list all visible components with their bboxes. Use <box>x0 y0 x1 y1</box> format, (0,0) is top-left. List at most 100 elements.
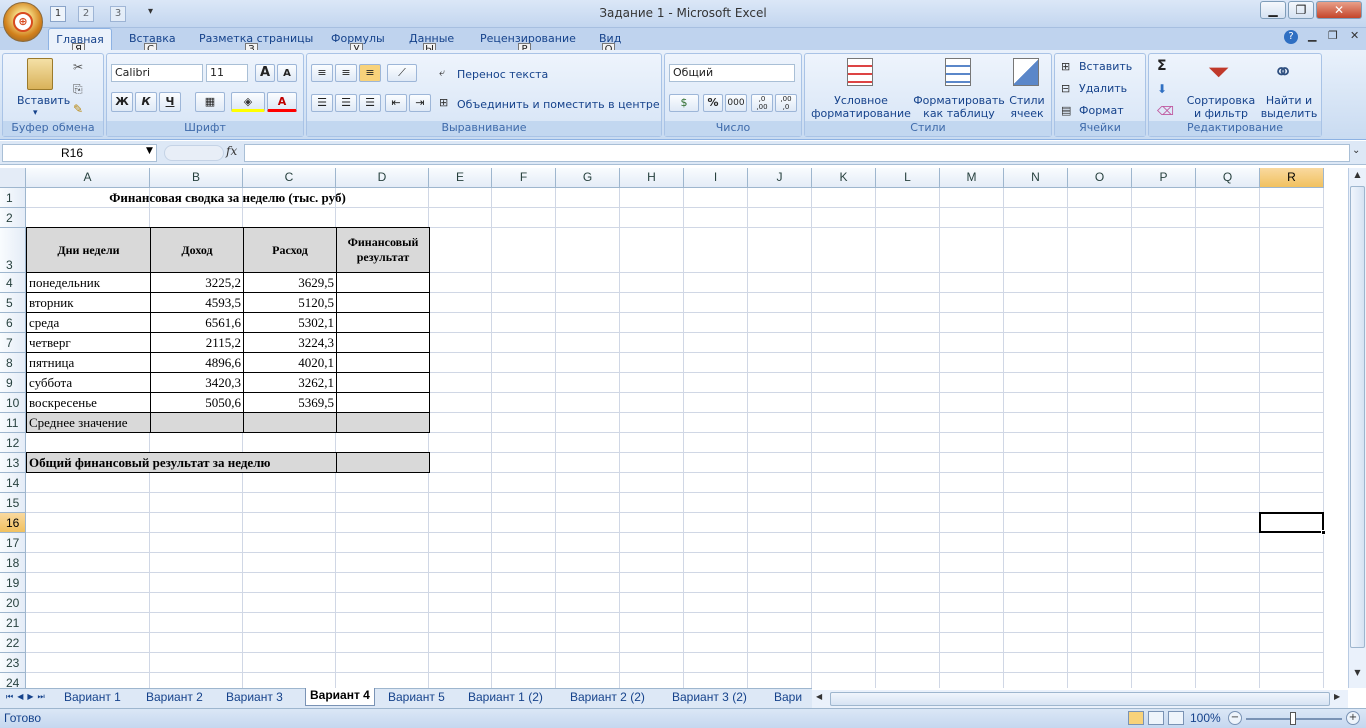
table-cell[interactable]: 3629,5 <box>243 272 337 293</box>
average-value-cell[interactable] <box>336 412 430 433</box>
table-cell[interactable]: 5369,5 <box>243 392 337 413</box>
table-cell[interactable]: среда <box>26 312 151 333</box>
sheet-tab[interactable]: Вариант 5 <box>388 690 445 706</box>
column-header[interactable]: D <box>336 168 429 188</box>
average-label-cell[interactable]: Среднее значение <box>26 412 151 433</box>
row-header[interactable]: 11 <box>0 413 26 433</box>
zoom-slider-thumb[interactable] <box>1290 712 1296 725</box>
column-header[interactable]: N <box>1004 168 1068 188</box>
vertical-scrollbar[interactable]: ▲ ▼ <box>1348 168 1366 688</box>
table-cell[interactable]: 4896,6 <box>150 352 244 373</box>
column-header[interactable]: O <box>1068 168 1132 188</box>
sheet-tab[interactable]: Вариант 2 <box>146 690 203 706</box>
column-header[interactable]: H <box>620 168 684 188</box>
table-cell[interactable]: суббота <box>26 372 151 393</box>
scroll-right-icon[interactable]: ▶ <box>1334 692 1340 701</box>
total-label-cell[interactable]: Общий финансовый результат за неделю <box>26 452 337 473</box>
column-header[interactable]: Q <box>1196 168 1260 188</box>
column-header[interactable]: C <box>243 168 336 188</box>
row-header[interactable]: 3 <box>0 228 26 273</box>
table-cell[interactable] <box>336 352 430 373</box>
sheet-tab[interactable]: Вариант 1 <box>64 690 121 706</box>
scroll-down-icon[interactable]: ▼ <box>1351 668 1364 682</box>
sheet-title[interactable]: Финансовая сводка за неделю (тыс. руб) <box>26 188 429 208</box>
table-cell[interactable] <box>336 332 430 353</box>
worksheet-grid[interactable]: A B C D E F G H I J K L M N O P Q R 1 2 3 4 5 6 7 8 9 10 11 12 13 14 15 1… <box>0 0 1366 728</box>
table-header-cell[interactable]: Дни недели <box>26 227 151 273</box>
column-header[interactable]: M <box>940 168 1004 188</box>
row-header[interactable]: 6 <box>0 313 26 333</box>
table-cell[interactable]: 4593,5 <box>150 292 244 313</box>
column-header[interactable]: A <box>26 168 150 188</box>
column-header[interactable]: I <box>684 168 748 188</box>
scroll-left-icon[interactable]: ◀ <box>816 692 822 701</box>
column-header[interactable]: K <box>812 168 876 188</box>
table-cell[interactable]: 3420,3 <box>150 372 244 393</box>
table-cell[interactable]: 3225,2 <box>150 272 244 293</box>
column-header[interactable]: F <box>492 168 556 188</box>
table-cell[interactable]: 6561,6 <box>150 312 244 333</box>
page-break-view-icon[interactable] <box>1168 711 1184 725</box>
office-button[interactable]: ⊕ <box>3 2 43 42</box>
column-header[interactable]: L <box>876 168 940 188</box>
row-header[interactable]: 20 <box>0 593 26 613</box>
row-header[interactable]: 22 <box>0 633 26 653</box>
table-header-cell[interactable]: Доход <box>150 227 244 273</box>
row-header[interactable]: 10 <box>0 393 26 413</box>
table-cell[interactable] <box>336 292 430 313</box>
sheet-tab[interactable]: Вариант 3 (2) <box>672 690 747 706</box>
row-header[interactable]: 9 <box>0 373 26 393</box>
row-header[interactable]: 8 <box>0 353 26 373</box>
table-cell[interactable]: понедельник <box>26 272 151 293</box>
select-all-corner[interactable] <box>0 168 26 188</box>
row-header[interactable]: 7 <box>0 333 26 353</box>
row-header[interactable]: 2 <box>0 208 26 228</box>
table-cell[interactable]: пятница <box>26 352 151 373</box>
row-header[interactable]: 17 <box>0 533 26 553</box>
scroll-up-icon[interactable]: ▲ <box>1351 170 1364 184</box>
table-cell[interactable]: 5120,5 <box>243 292 337 313</box>
sheet-nav-icon[interactable]: ⏮◀▶⏭ <box>6 692 49 702</box>
table-cell[interactable]: 5302,1 <box>243 312 337 333</box>
table-cell[interactable]: вторник <box>26 292 151 313</box>
row-header[interactable]: 5 <box>0 293 26 313</box>
zoom-in-icon[interactable]: + <box>1346 711 1360 725</box>
average-value-cell[interactable] <box>150 412 244 433</box>
row-header[interactable]: 18 <box>0 553 26 573</box>
table-header-cell[interactable]: Финансовый результат <box>336 227 430 273</box>
table-cell[interactable] <box>336 372 430 393</box>
table-cell[interactable]: четверг <box>26 332 151 353</box>
row-header[interactable]: 21 <box>0 613 26 633</box>
column-header[interactable]: G <box>556 168 620 188</box>
column-header[interactable]: B <box>150 168 243 188</box>
horizontal-scrollbar[interactable]: ◀ ▶ <box>812 690 1348 708</box>
column-header[interactable]: R <box>1260 168 1324 188</box>
column-header[interactable]: P <box>1132 168 1196 188</box>
average-value-cell[interactable] <box>243 412 337 433</box>
row-header[interactable]: 15 <box>0 493 26 513</box>
column-header[interactable]: J <box>748 168 812 188</box>
row-header[interactable]: 19 <box>0 573 26 593</box>
normal-view-icon[interactable] <box>1128 711 1144 725</box>
selected-cell[interactable] <box>1259 512 1324 533</box>
row-header[interactable]: 14 <box>0 473 26 493</box>
total-value-cell[interactable] <box>336 452 430 473</box>
table-cell[interactable]: 5050,6 <box>150 392 244 413</box>
column-header[interactable]: E <box>429 168 492 188</box>
table-cell[interactable] <box>336 312 430 333</box>
sheet-tab[interactable]: Вариант 2 (2) <box>570 690 645 706</box>
table-cell[interactable]: воскресенье <box>26 392 151 413</box>
table-cell[interactable]: 4020,1 <box>243 352 337 373</box>
zoom-out-icon[interactable]: − <box>1228 711 1242 725</box>
row-header[interactable]: 23 <box>0 653 26 673</box>
row-header[interactable]: 13 <box>0 453 26 473</box>
sheet-tab[interactable]: Вари <box>774 690 802 706</box>
page-layout-view-icon[interactable] <box>1148 711 1164 725</box>
vertical-scroll-thumb[interactable] <box>1350 186 1365 648</box>
horizontal-scroll-thumb[interactable] <box>830 692 1330 706</box>
row-header[interactable]: 4 <box>0 273 26 293</box>
table-header-cell[interactable]: Расход <box>243 227 337 273</box>
sheet-tab[interactable]: Вариант 3 <box>226 690 283 706</box>
row-header[interactable]: 1 <box>0 188 26 208</box>
row-header[interactable]: 12 <box>0 433 26 453</box>
